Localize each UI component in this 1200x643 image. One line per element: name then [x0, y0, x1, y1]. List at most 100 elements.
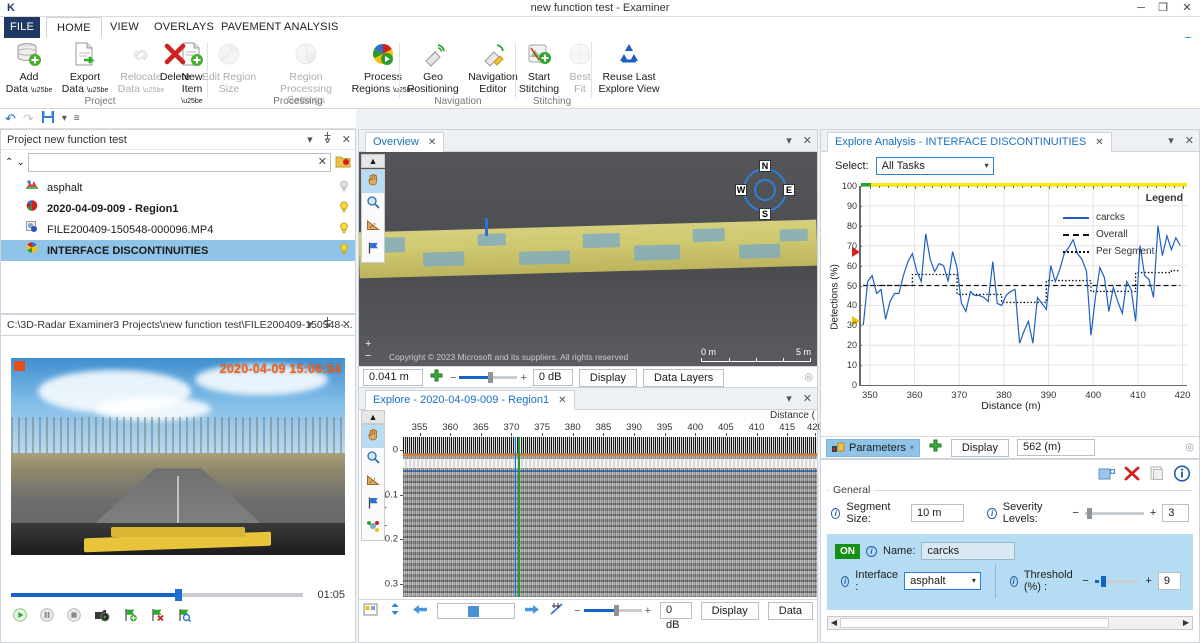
map-collapse-toolbar-icon[interactable]: ▲: [361, 154, 385, 168]
close-button[interactable]: ✕: [1176, 0, 1198, 17]
radargram-scroll-thumb[interactable]: [468, 605, 480, 617]
parameters-horizontal-scrollbar[interactable]: ◀ ▶: [827, 616, 1193, 630]
gain-minus-icon[interactable]: −: [450, 372, 456, 384]
tab-overview[interactable]: Overview ✕: [365, 132, 445, 152]
delete-task-button[interactable]: [1122, 465, 1141, 484]
add-flag-button[interactable]: [123, 608, 137, 625]
add-data-button[interactable]: Add Data \u25be: [2, 41, 56, 96]
radargram-data-button[interactable]: Data: [767, 601, 813, 620]
search-input[interactable]: [28, 153, 330, 171]
tab-pavement-analysis[interactable]: PAVEMENT ANALYSIS: [211, 17, 349, 38]
scroll-right-icon[interactable]: [524, 603, 540, 619]
data-layers-button[interactable]: Data Layers: [642, 368, 725, 387]
tab-overview-close-icon[interactable]: ✕: [428, 137, 436, 148]
scroll-thumb[interactable]: [840, 618, 1110, 628]
severity-levels-field[interactable]: 3: [1162, 504, 1189, 522]
radargram-image[interactable]: [403, 437, 817, 597]
explore-dropdown-icon[interactable]: ▾: [1168, 135, 1174, 147]
gain-slider[interactable]: − +: [450, 372, 527, 384]
tab-view[interactable]: VIEW: [100, 17, 149, 38]
delete-flag-button[interactable]: [150, 608, 164, 625]
maximize-button[interactable]: ❐: [1152, 0, 1174, 17]
copy-task-button[interactable]: [1147, 465, 1166, 484]
stop-button[interactable]: [67, 608, 81, 625]
file-path-pin-icon[interactable]: [323, 317, 335, 331]
tab-home[interactable]: HOME: [46, 17, 102, 38]
project-panel-pin-icon[interactable]: [323, 132, 335, 146]
gain-plus-icon[interactable]: +: [645, 605, 651, 617]
map-zoom-in-icon[interactable]: +: [365, 338, 371, 350]
visibility-bulb-icon[interactable]: [333, 200, 355, 217]
chart-plot-area[interactable]: Legend carcks Overall Per Segment 0 10 20 3…: [842, 181, 1190, 401]
thumbnail-view-icon[interactable]: [363, 603, 378, 619]
camera-button[interactable]: [94, 608, 110, 625]
video-seek-bar[interactable]: 01:05: [11, 589, 345, 601]
add-task-button[interactable]: [1097, 465, 1116, 484]
display-button[interactable]: Display: [578, 368, 637, 387]
radargram-collapse-toolbar-icon[interactable]: ▲: [361, 410, 385, 424]
tab-explore-analysis[interactable]: Explore Analysis - INTERFACE DISCONTINUI…: [827, 132, 1112, 152]
task-enabled-badge[interactable]: ON: [835, 543, 860, 559]
info-button[interactable]: [1172, 465, 1191, 484]
scroll-left-icon[interactable]: [412, 603, 428, 619]
explore-display-button[interactable]: Display: [950, 438, 1009, 457]
clear-search-icon[interactable]: ✕: [318, 154, 327, 171]
segment-size-info-icon[interactable]: i: [831, 507, 841, 519]
threshold-field[interactable]: 9: [1157, 572, 1182, 590]
radargram-dropdown-icon[interactable]: ▾: [786, 393, 792, 405]
geo-positioning-button[interactable]: Geo Positioning: [400, 41, 466, 95]
layers-tool-icon[interactable]: [362, 517, 384, 540]
zoom-tool-icon[interactable]: [362, 193, 384, 216]
fit-view-icon[interactable]: [429, 369, 444, 387]
project-panel-dropdown-icon[interactable]: ▾: [307, 134, 313, 146]
flag-tool-icon[interactable]: [362, 239, 384, 262]
pan-tool-icon[interactable]: [362, 170, 384, 193]
visibility-bulb-icon[interactable]: [333, 179, 355, 196]
threshold-slider[interactable]: [1094, 575, 1140, 587]
resolution-field[interactable]: 0.041 m: [363, 369, 423, 386]
file-path-close-icon[interactable]: ✕: [342, 319, 351, 331]
overview-dropdown-icon[interactable]: ▾: [786, 135, 792, 147]
radargram-close-icon[interactable]: ✕: [803, 393, 812, 405]
flag-tool-icon[interactable]: [362, 494, 384, 517]
file-path-dropdown-icon[interactable]: ▾: [307, 319, 313, 331]
start-stitching-button[interactable]: Start Stitching: [512, 41, 566, 95]
tab-explore-region1-close-icon[interactable]: ✕: [558, 395, 566, 406]
expand-all-icon[interactable]: ⌃: [5, 157, 13, 168]
severity-minus-icon[interactable]: −: [1072, 507, 1078, 519]
explore-fit-icon[interactable]: [928, 439, 943, 457]
segment-size-field[interactable]: 10 m: [910, 504, 964, 522]
measure-tool-icon[interactable]: [362, 216, 384, 239]
export-data-button[interactable]: Export Data \u25be: [58, 41, 112, 96]
vertical-fit-icon[interactable]: [387, 602, 403, 619]
overview-close-icon[interactable]: ✕: [803, 135, 812, 147]
pan-tool-icon[interactable]: [362, 425, 384, 448]
visibility-bulb-icon[interactable]: [333, 221, 355, 238]
visibility-bulb-icon[interactable]: [333, 242, 355, 259]
radargram-display-button[interactable]: Display: [700, 601, 759, 620]
video-progress-track[interactable]: [11, 589, 303, 601]
project-search-box[interactable]: ✕: [27, 152, 331, 172]
map-zoom-out-icon[interactable]: −: [365, 350, 371, 362]
folder-icon[interactable]: [334, 155, 351, 170]
interface-dropdown[interactable]: asphalt ▾: [904, 572, 981, 590]
tree-item-video-file[interactable]: FILE200409-150548-000096.MP4: [1, 219, 355, 240]
gain-plus-icon[interactable]: +: [520, 372, 526, 384]
task-name-info-icon[interactable]: i: [866, 545, 877, 557]
interface-info-icon[interactable]: i: [841, 575, 850, 587]
threshold-minus-icon[interactable]: −: [1082, 575, 1088, 587]
tree-item-asphalt[interactable]: asphalt: [1, 177, 355, 198]
minimize-button[interactable]: ─: [1130, 0, 1152, 17]
severity-plus-icon[interactable]: +: [1150, 507, 1156, 519]
explore-close-icon[interactable]: ✕: [1185, 135, 1194, 147]
gain-minus-icon[interactable]: −: [574, 605, 580, 617]
explore-settings-icon[interactable]: ◎: [1185, 442, 1194, 453]
position-field[interactable]: 562 (m): [1016, 439, 1095, 456]
severity-levels-info-icon[interactable]: i: [987, 507, 997, 519]
gain-field[interactable]: 0 dB: [532, 369, 573, 386]
measure-tool-icon[interactable]: [362, 471, 384, 494]
find-flag-button[interactable]: [177, 608, 192, 625]
zoom-tool-icon[interactable]: [362, 448, 384, 471]
play-button[interactable]: [13, 608, 27, 625]
tree-item-region1[interactable]: 2020-04-09-009 - Region1: [1, 198, 355, 219]
